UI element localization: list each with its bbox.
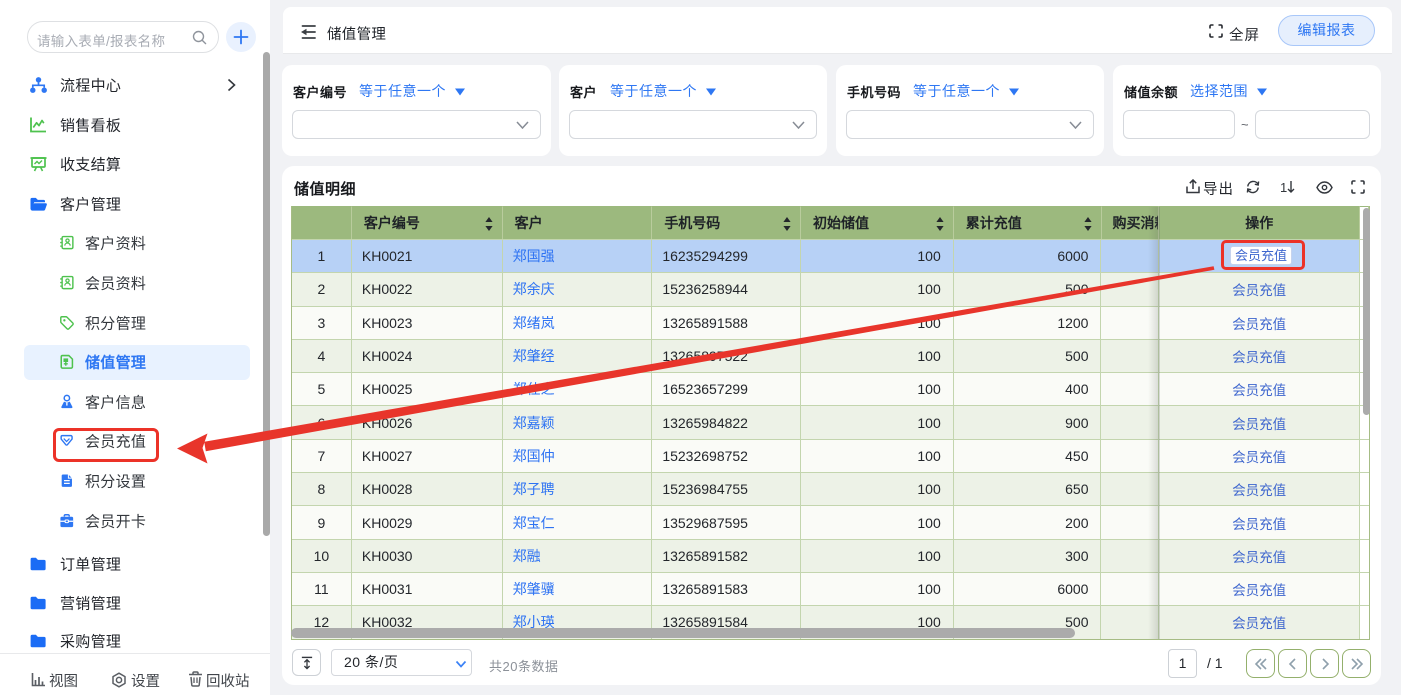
svg-text:1: 1 <box>1280 180 1287 195</box>
